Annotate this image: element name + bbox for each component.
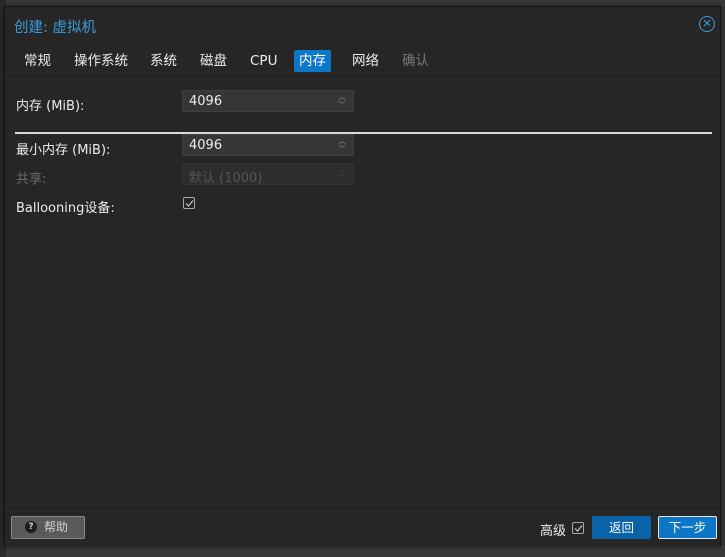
- checkmark-icon: [574, 525, 583, 532]
- chevron-up-icon[interactable]: ︿: [337, 137, 347, 145]
- ballooning-checkbox[interactable]: [183, 197, 195, 209]
- tab-disk[interactable]: 磁盘: [195, 50, 232, 72]
- tab-os[interactable]: 操作系统: [69, 50, 133, 72]
- shares-spinner: ︿ ﹀: [337, 166, 347, 182]
- shares-placeholder: 默认 (1000): [189, 171, 263, 186]
- memory-label: 内存 (MiB):: [16, 99, 85, 114]
- tab-confirm: 确认: [402, 53, 429, 69]
- advanced-label: 高级: [540, 524, 567, 539]
- wizard-tabbar: 常规 操作系统 系统 磁盘 CPU 内存 网络 确认: [5, 45, 720, 75]
- memory-panel: 内存 (MiB): 4096 ︿ ﹀ 最小内存 (MiB): 4096 ︿ ﹀ …: [5, 75, 720, 508]
- close-icon[interactable]: ✕: [699, 16, 715, 32]
- advanced-checkbox[interactable]: [572, 522, 584, 534]
- tab-general[interactable]: 常规: [19, 50, 56, 72]
- help-button-label: 帮助: [44, 520, 69, 534]
- dialog-title: 创建: 虚拟机: [14, 20, 96, 36]
- shares-label: 共享:: [16, 172, 47, 187]
- min-memory-label: 最小内存 (MiB):: [16, 143, 111, 158]
- dialog-footer: ? 帮助 高级 返回 下一步: [5, 507, 720, 546]
- memory-input[interactable]: 4096 ︿ ﹀: [182, 90, 354, 112]
- help-button[interactable]: ? 帮助: [11, 516, 85, 539]
- chevron-down-icon: ﹀: [338, 174, 346, 182]
- tab-cpu[interactable]: CPU: [245, 50, 282, 72]
- ballooning-label: Ballooning设备:: [16, 201, 115, 216]
- min-memory-value: 4096: [189, 138, 223, 153]
- chevron-up-icon[interactable]: ︿: [337, 93, 347, 101]
- chevron-up-icon: ︿: [338, 166, 346, 174]
- tab-network[interactable]: 网络: [347, 50, 384, 72]
- next-button[interactable]: 下一步: [658, 516, 717, 539]
- chevron-down-icon[interactable]: ﹀: [337, 101, 347, 109]
- back-button[interactable]: 返回: [592, 516, 651, 539]
- checkmark-icon: [185, 200, 194, 207]
- min-memory-input[interactable]: 4096 ︿ ﹀: [182, 134, 354, 156]
- memory-value: 4096: [189, 94, 223, 109]
- tab-memory[interactable]: 内存: [294, 50, 331, 72]
- dialog-titlebar: 创建: 虚拟机 ✕: [5, 7, 720, 43]
- create-vm-dialog: 创建: 虚拟机 ✕ 常规 操作系统 系统 磁盘 CPU 内存 网络 确认 内存 …: [4, 6, 721, 546]
- chevron-down-icon[interactable]: ﹀: [337, 145, 347, 153]
- question-icon: ?: [25, 521, 37, 533]
- shares-input: 默认 (1000) ︿ ﹀: [182, 163, 354, 186]
- section-divider: [15, 132, 712, 134]
- min-memory-spinner[interactable]: ︿ ﹀: [337, 137, 347, 153]
- tab-system[interactable]: 系统: [145, 50, 182, 72]
- memory-spinner[interactable]: ︿ ﹀: [337, 93, 347, 109]
